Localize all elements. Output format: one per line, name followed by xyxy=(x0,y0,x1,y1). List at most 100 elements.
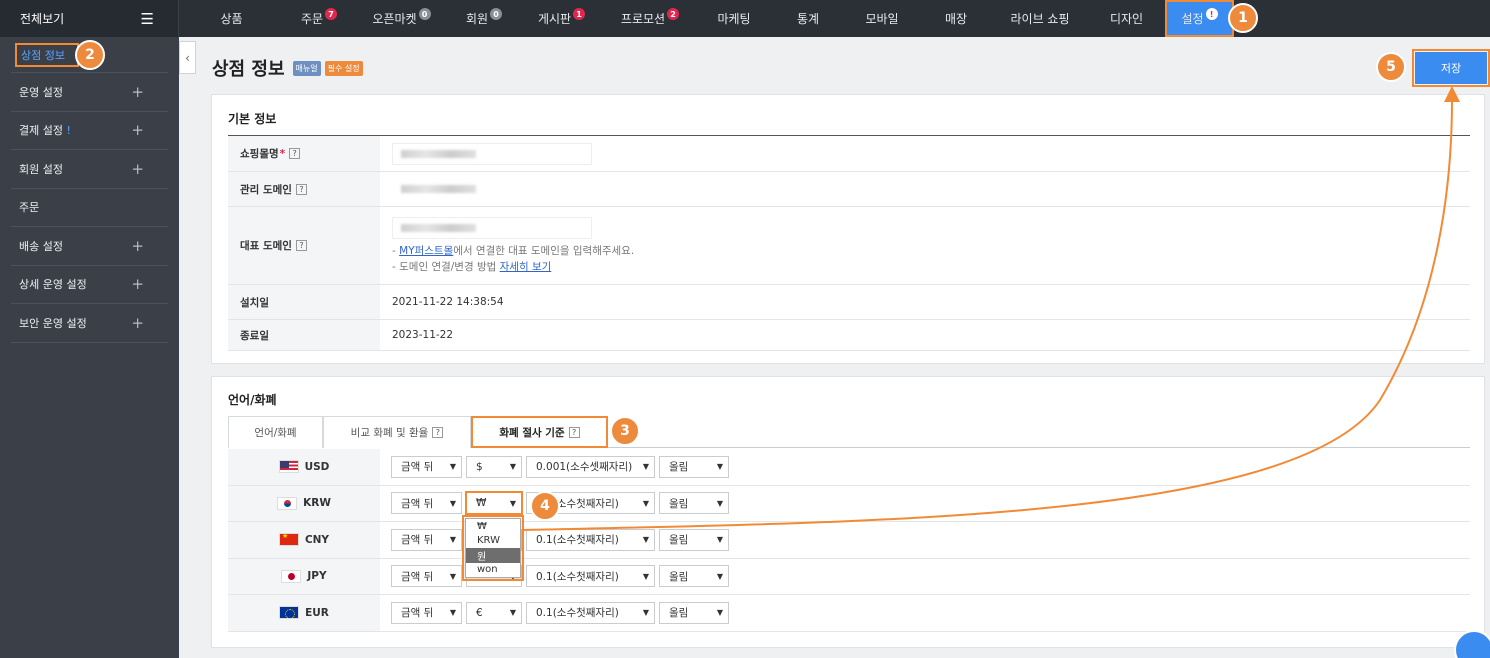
sidebar-item-label: 상세 운영 설정 xyxy=(19,278,87,292)
menu-item-store[interactable]: 매장 xyxy=(920,0,992,37)
menu-item-order[interactable]: 주문 7 xyxy=(284,0,354,37)
select-value: ₩ xyxy=(476,497,487,510)
help-icon[interactable]: ? xyxy=(432,427,444,438)
chevron-down-icon: ▼ xyxy=(449,535,456,545)
help-icon[interactable]: ? xyxy=(295,240,307,251)
manual-tag[interactable]: 매뉴얼 xyxy=(292,60,321,76)
shop-name-label: 쇼핑몰명 xyxy=(240,148,279,160)
save-button[interactable]: 저장 xyxy=(1412,49,1490,87)
position-select[interactable]: 금액 뒤 ▼ xyxy=(391,601,462,624)
position-select[interactable]: 금액 뒤 ▼ xyxy=(391,528,462,551)
rounding-select[interactable]: 올림 ▼ xyxy=(659,528,729,551)
position-select[interactable]: 금액 뒤 ▼ xyxy=(391,492,462,515)
sidebar-item-shipping[interactable]: 배송 설정 + xyxy=(11,227,168,266)
menu-item-member[interactable]: 회원 0 xyxy=(449,0,519,37)
precision-select[interactable]: 0.1(소수첫째자리) ▼ xyxy=(526,528,655,551)
currency-options: 금액 뒤 ▼ ▼ 0.1(소수첫째자리) ▼ 올림 ▼ xyxy=(380,522,1470,558)
sidebar-item-label: 보안 운영 설정 xyxy=(19,316,87,330)
my-firstmall-link[interactable]: MY퍼스트몰 xyxy=(399,245,453,257)
sidebar-item-label: 상점 정보 xyxy=(15,42,79,67)
plus-icon[interactable]: + xyxy=(131,83,144,101)
tab-compare-exchange[interactable]: 비교 화폐 및 환율? xyxy=(323,416,471,448)
rounding-select[interactable]: 올림 ▼ xyxy=(659,455,729,478)
help-icon[interactable]: ? xyxy=(289,148,301,159)
sidebar-item-detail-operation[interactable]: 상세 운영 설정 + xyxy=(11,266,168,304)
help-icon[interactable]: ? xyxy=(295,183,307,195)
dropdown-option[interactable]: KRW xyxy=(466,534,520,549)
sidebar-item-operation[interactable]: 운영 설정 + xyxy=(11,73,168,112)
dropdown-option-selected[interactable]: 원 xyxy=(466,548,520,563)
details-link[interactable]: 자세히 보기 xyxy=(500,261,552,273)
sidebar-item-payment[interactable]: 결제 설정 ! + xyxy=(11,112,168,150)
hamburger-icon[interactable]: ☰ xyxy=(141,10,154,28)
collapse-sidebar-button[interactable]: ‹ xyxy=(179,41,196,74)
sidebar-item-member[interactable]: 회원 설정 + xyxy=(11,150,168,189)
main-domain-label-cell: 대표 도메인? xyxy=(228,207,380,284)
tab-currency-truncation[interactable]: 화폐 절사 기준? xyxy=(471,416,608,448)
select-value: 올림 xyxy=(669,461,689,474)
plus-icon[interactable]: + xyxy=(131,275,144,293)
plus-icon[interactable]: + xyxy=(131,160,144,178)
symbol-select[interactable]: € ▼ xyxy=(466,601,522,624)
help-text-1: - MY퍼스트몰에서 연결한 대표 도메인을 입력해주세요. xyxy=(392,243,634,259)
menu-item-statistics[interactable]: 통계 xyxy=(772,0,844,37)
rounding-select[interactable]: 올림 ▼ xyxy=(659,565,729,588)
rounding-select[interactable]: 올림 ▼ xyxy=(659,492,729,515)
menu-item-settings[interactable]: 설정! xyxy=(1165,0,1234,37)
main-menu: 상품 주문 7 오픈마켓 0 회원 0 게시판 1 프로모션 2 마케팅 통계 모바일 매… xyxy=(179,0,1234,37)
select-value: 0.1(소수첫째자리) xyxy=(536,534,619,547)
basic-info-panel: 기본 정보 쇼핑몰명 *? 관리 도메인? 대표 도메인? - MY퍼스트몰에서 … xyxy=(211,94,1485,364)
currency-options: 금액 뒤 ▼ ▼ 0.1(소수첫째자리) ▼ 올림 ▼ xyxy=(380,559,1470,595)
plus-icon[interactable]: + xyxy=(131,314,144,332)
promotion-count-badge: 2 xyxy=(667,8,680,20)
sidebar: 상점 정보 운영 설정 + 결제 설정 ! + 회원 설정 + 주문 배송 설정 + 상… xyxy=(0,37,179,658)
symbol-select[interactable]: $ ▼ xyxy=(466,455,522,478)
currency-label: EUR xyxy=(228,595,380,631)
help-icon[interactable]: ? xyxy=(568,426,580,438)
chevron-down-icon: ▼ xyxy=(642,498,649,508)
chevron-left-icon: ‹ xyxy=(185,50,190,65)
jp-flag-icon xyxy=(281,569,302,583)
menu-item-live-shopping[interactable]: 라이브 쇼핑 xyxy=(992,0,1088,37)
main-domain-input[interactable] xyxy=(392,216,592,239)
board-count-badge: 1 xyxy=(573,8,586,20)
menu-item-promotion[interactable]: 프로모션 2 xyxy=(604,0,696,37)
dropdown-option[interactable]: won xyxy=(466,563,520,578)
chevron-down-icon: ▼ xyxy=(642,462,649,472)
shop-name-input[interactable] xyxy=(392,142,592,165)
menu-item-mobile[interactable]: 모바일 xyxy=(844,0,920,37)
help-prefix: - 도메인 연결/변경 방법 xyxy=(392,260,500,273)
menu-item-design[interactable]: 디자인 xyxy=(1088,0,1165,37)
menu-label: 매장 xyxy=(944,12,968,26)
dropdown-option[interactable]: ₩ xyxy=(466,519,520,534)
rounding-select[interactable]: 올림 ▼ xyxy=(659,601,729,624)
select-value: 금액 뒤 xyxy=(401,534,434,547)
settings-alert-badge: ! xyxy=(1205,8,1218,20)
position-select[interactable]: 금액 뒤 ▼ xyxy=(391,565,462,588)
menu-label: 모바일 xyxy=(865,12,899,26)
sidebar-item-order[interactable]: 주문 xyxy=(11,189,168,227)
menu-item-open-market[interactable]: 오픈마켓 0 xyxy=(354,0,449,37)
menu-label: 주문 xyxy=(300,12,324,26)
page-header: 상점 정보 매뉴얼 필수 설정 xyxy=(212,55,363,81)
symbol-dropdown-list: ₩ KRW 원 won xyxy=(462,515,524,581)
position-select[interactable]: 금액 뒤 ▼ xyxy=(391,455,462,478)
admin-domain-cell xyxy=(380,172,1470,206)
precision-select[interactable]: 0.1(소수첫째자리) ▼ xyxy=(526,565,655,588)
currency-row-krw: KRW 금액 뒤 ▼ ₩ ▼ 0.1(소수첫째자리) ▼ 올림 ▼ xyxy=(228,485,1470,522)
plus-icon[interactable]: + xyxy=(131,121,144,139)
sidebar-item-security[interactable]: 보안 운영 설정 + xyxy=(11,304,168,343)
symbol-select[interactable]: ₩ ▼ xyxy=(465,491,523,516)
chevron-down-icon: ▼ xyxy=(716,462,723,472)
chevron-down-icon: ▼ xyxy=(449,498,456,508)
select-value: 0.1(소수첫째자리) xyxy=(536,607,619,620)
plus-icon[interactable]: + xyxy=(131,237,144,255)
tab-language-currency[interactable]: 언어/화폐 xyxy=(228,416,323,448)
view-all-button[interactable]: 전체보기 ☰ xyxy=(0,0,179,37)
menu-item-product[interactable]: 상품 xyxy=(179,0,284,37)
precision-select[interactable]: 0.1(소수첫째자리) ▼ xyxy=(526,601,655,624)
select-value: $ xyxy=(476,460,483,473)
menu-item-board[interactable]: 게시판 1 xyxy=(519,0,604,37)
precision-select[interactable]: 0.001(소수셋째자리) ▼ xyxy=(526,455,655,478)
menu-item-marketing[interactable]: 마케팅 xyxy=(696,0,772,37)
